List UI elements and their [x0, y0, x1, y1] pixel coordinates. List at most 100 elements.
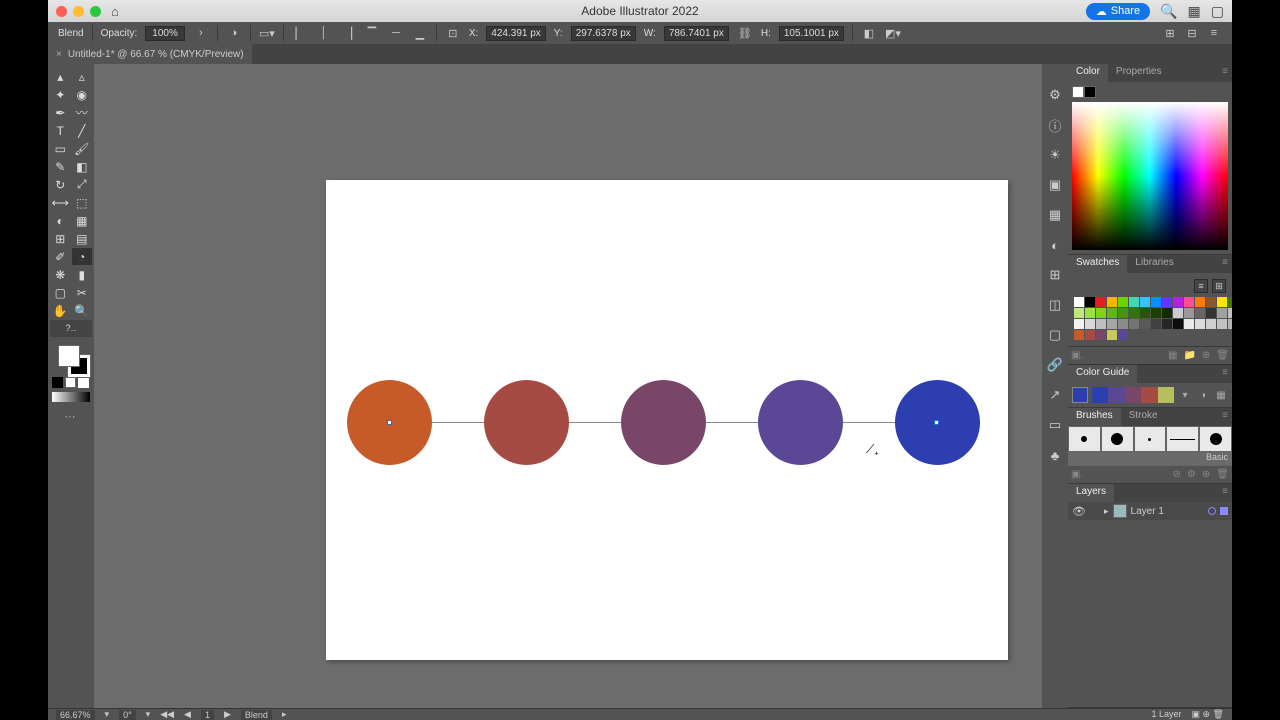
tab-libraries[interactable]: Libraries — [1127, 255, 1181, 273]
blend-tool[interactable]: ◔ — [72, 248, 93, 265]
slice-tool[interactable]: ✂ — [72, 284, 93, 301]
layer-selection-indicator[interactable] — [1220, 507, 1228, 515]
snap-pixel-icon[interactable]: ⊞ — [1162, 25, 1178, 41]
swatch-item[interactable] — [1107, 330, 1117, 340]
swatch-item[interactable] — [1140, 297, 1150, 307]
swatch-item[interactable] — [1129, 297, 1139, 307]
tab-color[interactable]: Color — [1068, 64, 1108, 82]
symbols-dock-icon[interactable]: ▦ — [1046, 206, 1064, 224]
anchor-start[interactable] — [387, 420, 392, 425]
blend-circle-3[interactable] — [621, 380, 706, 465]
swatch-item[interactable] — [1162, 319, 1172, 329]
properties-dock-icon[interactable]: ⚙ — [1046, 86, 1064, 104]
swatch-item[interactable] — [1184, 297, 1194, 307]
screen-mode-buttons[interactable] — [52, 392, 90, 402]
shape-builder-tool[interactable]: ◐ — [50, 212, 71, 229]
line-segment-tool[interactable]: ╱ — [72, 122, 93, 139]
swatch-item[interactable] — [1173, 297, 1183, 307]
edit-colors-icon[interactable]: ◑ — [1196, 388, 1210, 402]
selection-tool[interactable]: ▴ — [50, 68, 71, 85]
swatch-item[interactable] — [1074, 297, 1084, 307]
share-button[interactable]: ☁ Share — [1086, 3, 1150, 20]
swatch-item[interactable] — [1074, 319, 1084, 329]
tab-color-guide[interactable]: Color Guide — [1068, 365, 1137, 383]
colorguide-base-swatch[interactable] — [1072, 387, 1088, 403]
swatch-item[interactable] — [1173, 308, 1183, 318]
swatch-item[interactable] — [1085, 319, 1095, 329]
tab-layers[interactable]: Layers — [1068, 484, 1114, 502]
workspace-switcher-icon[interactable]: ▢ — [1211, 3, 1224, 20]
align-bottom-icon[interactable]: ▁ — [412, 25, 428, 41]
swatch-item[interactable] — [1118, 308, 1128, 318]
align-left-icon[interactable]: ▏ — [292, 25, 308, 41]
document-tab[interactable]: × Untitled-1* @ 66.67 % (CMYK/Preview) — [48, 44, 252, 64]
w-value-input[interactable]: 786.7401 px — [664, 26, 729, 41]
magic-wand-tool[interactable]: ✦ — [50, 86, 71, 103]
brush-item[interactable] — [1134, 426, 1167, 452]
swatch-item[interactable] — [1151, 308, 1161, 318]
swatch-item[interactable] — [1151, 319, 1161, 329]
save-group-icon[interactable]: ▦ — [1214, 388, 1228, 402]
panel-menu-icon[interactable]: ≡ — [1218, 255, 1232, 273]
transform-reference-icon[interactable]: ⊡ — [445, 25, 461, 41]
toolbar-more-icon[interactable]: ⋯ — [50, 404, 92, 423]
tab-swatches[interactable]: Swatches — [1068, 255, 1127, 273]
edit-toolbar[interactable]: ?‥ — [50, 320, 92, 337]
swatch-item[interactable] — [1206, 319, 1216, 329]
rotation-value[interactable]: 0° — [119, 710, 136, 720]
search-icon[interactable]: 🔍 — [1160, 3, 1177, 20]
brush-item[interactable] — [1101, 426, 1134, 452]
gradient-tool[interactable]: ▤ — [72, 230, 93, 247]
color-group-icon[interactable]: 📁 — [1183, 350, 1195, 361]
arrange-documents-icon[interactable]: ▦ — [1188, 3, 1201, 20]
paintbrush-tool[interactable]: 🖌 — [72, 140, 93, 157]
zoom-level[interactable]: 66.67% — [56, 710, 95, 720]
eyedropper-tool[interactable]: ✐ — [50, 248, 71, 265]
color-mode-gradient[interactable] — [65, 377, 76, 388]
symbol-sprayer-tool[interactable]: ❋ — [50, 266, 71, 283]
swatch-item[interactable] — [1107, 297, 1117, 307]
swatch-item[interactable] — [1195, 308, 1205, 318]
swatch-item[interactable] — [1195, 297, 1205, 307]
colorguide-harmony-strip[interactable] — [1092, 387, 1174, 403]
direct-selection-tool[interactable]: ▵ — [72, 68, 93, 85]
window-close-button[interactable] — [56, 6, 67, 17]
zoom-dropdown-icon[interactable]: ▾ — [105, 709, 110, 720]
swatch-item[interactable] — [1129, 319, 1139, 329]
color-fill-mini[interactable] — [1072, 86, 1084, 98]
color-mode-none[interactable] — [78, 377, 89, 388]
preferences-icon[interactable]: ⊟ — [1184, 25, 1200, 41]
shaper-tool[interactable]: ✎ — [50, 158, 71, 175]
recolor-artwork-icon[interactable]: ◑ — [226, 25, 242, 41]
swatch-item[interactable] — [1184, 308, 1194, 318]
visibility-eye-icon[interactable]: 👁 — [1072, 505, 1086, 518]
brush-basic-label[interactable]: Basic — [1068, 452, 1232, 466]
fill-stroke-selector[interactable] — [50, 343, 92, 375]
curvature-tool[interactable]: 〰 — [72, 104, 93, 121]
swatch-item[interactable] — [1140, 319, 1150, 329]
info-dock-icon[interactable]: ⓘ — [1046, 116, 1064, 134]
swatch-item[interactable] — [1129, 308, 1139, 318]
zoom-tool[interactable]: 🔍 — [72, 302, 93, 319]
layer-row[interactable]: 👁 ▸ Layer 1 — [1068, 502, 1232, 520]
swatch-list-view-icon[interactable]: ≡ — [1194, 279, 1208, 293]
brush-item[interactable] — [1166, 426, 1199, 452]
perspective-grid-tool[interactable]: ▦ — [72, 212, 93, 229]
appearance-dock-icon[interactable]: ☀ — [1046, 146, 1064, 164]
color-stroke-mini[interactable] — [1084, 86, 1096, 98]
panel-menu-icon[interactable]: ≡ — [1206, 25, 1222, 41]
hand-tool[interactable]: ✋ — [50, 302, 71, 319]
close-tab-icon[interactable]: × — [56, 49, 62, 60]
align-dock-icon[interactable]: ⊞ — [1046, 266, 1064, 284]
swatch-item[interactable] — [1096, 330, 1106, 340]
swatch-libraries-icon[interactable]: ▣. — [1071, 350, 1083, 361]
home-icon[interactable]: ⌂ — [111, 4, 119, 19]
fill-swatch[interactable] — [58, 345, 80, 367]
swatch-kind-icon[interactable]: ▦ — [1168, 350, 1177, 361]
status-tool-dropdown-icon[interactable]: ▸ — [282, 709, 287, 720]
mesh-tool[interactable]: ⊞ — [50, 230, 71, 247]
window-maximize-button[interactable] — [90, 6, 101, 17]
asset-export-dock-icon[interactable]: ↗ — [1046, 386, 1064, 404]
swatch-item[interactable] — [1096, 297, 1106, 307]
swatch-item[interactable] — [1085, 308, 1095, 318]
